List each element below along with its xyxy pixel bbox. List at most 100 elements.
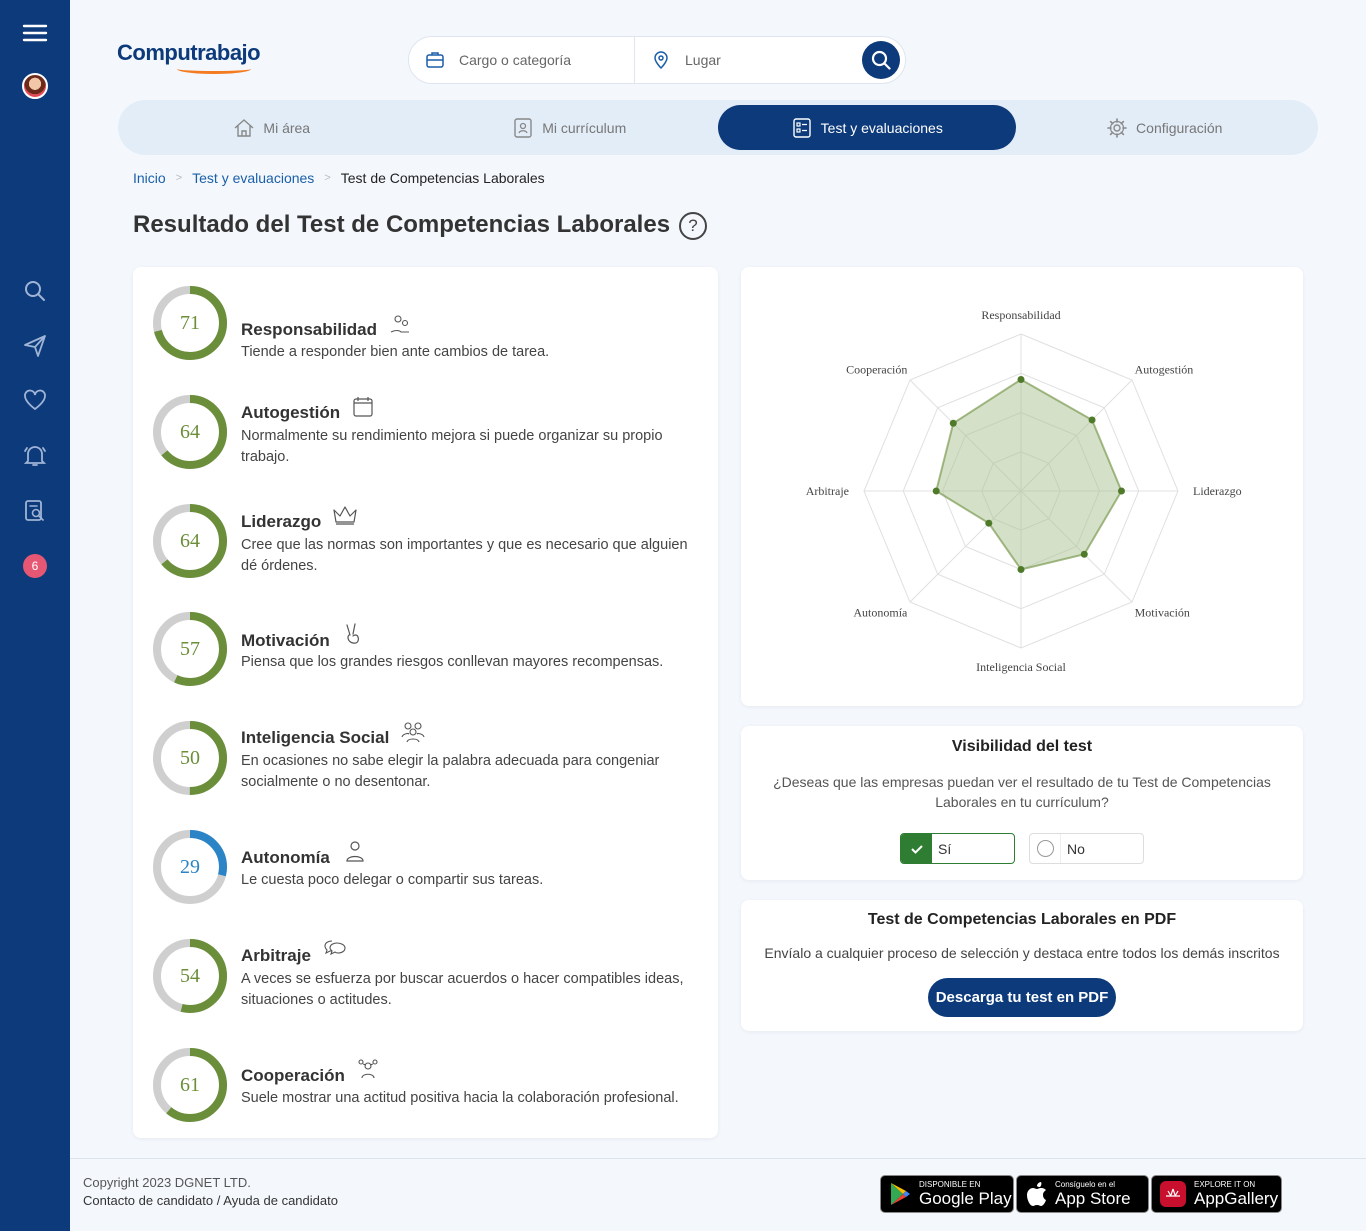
competency-motivacion: 57 Motivación Piensa que los grandes rie…: [151, 610, 706, 690]
search-icon: [871, 50, 891, 70]
competency-name: Cooperación: [241, 1066, 345, 1085]
breadcrumb-current: Test de Competencias Laborales: [340, 170, 545, 186]
visibility-question: ¿Deseas que las empresas puedan ver el r…: [773, 774, 1271, 810]
app-gallery-badge[interactable]: EXPLORE IT ON AppGallery: [1151, 1175, 1282, 1213]
search-icon[interactable]: [0, 271, 70, 311]
chevron-right-icon: >: [324, 172, 331, 184]
sidebar: 6: [0, 0, 70, 1231]
score-value: 61: [180, 1073, 200, 1096]
download-pdf-button[interactable]: Descarga tu test en PDF: [928, 978, 1116, 1017]
contact-link[interactable]: Contacto de candidato: [83, 1193, 213, 1208]
radar-point: [1088, 416, 1096, 424]
competency-name: Inteligencia Social: [241, 728, 390, 747]
score-value: 71: [180, 311, 200, 334]
score-value: 64: [180, 529, 200, 552]
pdf-title: Test de Competencias Laborales en PDF: [867, 911, 1177, 928]
radar-point: [932, 487, 940, 495]
visibility-no-option[interactable]: No: [1029, 833, 1144, 864]
radar-chart: Responsabilidad Autogestión Liderazgo Motiv…: [806, 308, 1242, 674]
victory-hand-icon: [346, 623, 359, 644]
competency-name: Motivación: [241, 631, 330, 650]
radar-axis-label: Autonomía: [853, 606, 908, 620]
team-icon: [358, 1059, 378, 1079]
competency-autonomia: 29 Autonomía Le cuesta poco delegar o co…: [151, 828, 706, 908]
tab-test-evaluaciones[interactable]: Test y evaluaciones: [718, 105, 1016, 150]
tab-mi-curriculum[interactable]: Mi currículum: [421, 105, 719, 150]
home-icon: [234, 118, 254, 137]
radar-axis-label: Arbitraje: [806, 484, 849, 498]
radar-chart-card: Responsabilidad Autogestión Liderazgo Motiv…: [741, 267, 1303, 706]
tab-mi-area[interactable]: Mi área: [123, 105, 421, 150]
competency-description: Tiende a responder bien ante cambios de …: [241, 344, 550, 360]
radar-series-area: [935, 378, 1123, 571]
competency-description: Normalmente su rendimiento mejora si pue…: [241, 428, 663, 465]
radar-point: [1017, 376, 1025, 384]
score-value: 64: [180, 420, 200, 443]
app-store-badge[interactable]: Consíguelo en el App Store: [1016, 1175, 1149, 1213]
visibility-card: Visibilidad del test ¿Deseas que las emp…: [741, 726, 1303, 880]
radar-axis-label: Motivación: [1135, 606, 1190, 620]
competency-description: Le cuesta poco delegar o compartir sus t…: [241, 872, 544, 888]
competency-inteligencia-social: 50 Inteligencia Social En ocasiones no s…: [151, 719, 706, 799]
gear-icon: [1107, 117, 1127, 138]
help-link[interactable]: Ayuda de candidato: [223, 1193, 338, 1208]
yes-label: Sí: [938, 840, 952, 857]
chat-bubbles-icon: [324, 940, 346, 956]
checkmark-icon: [901, 834, 932, 863]
person-icon: [346, 841, 364, 862]
competency-cooperacion: 61 Cooperación Suele mostrar una actitud…: [151, 1046, 706, 1126]
tab-configuracion[interactable]: Configuración: [1016, 105, 1314, 150]
store-big-text: App Store: [1055, 1189, 1131, 1208]
competency-name: Autonomía: [241, 848, 330, 867]
job-search-input[interactable]: Cargo o categoría: [409, 37, 635, 83]
google-play-badge[interactable]: DISPONIBLE EN Google Play: [880, 1175, 1014, 1213]
radar-axis-label: Liderazgo: [1193, 484, 1242, 498]
menu-icon[interactable]: [0, 13, 70, 53]
profile-search-icon[interactable]: [0, 491, 70, 531]
bell-icon[interactable]: [0, 436, 70, 476]
radar-point: [1117, 487, 1125, 495]
score-value: 29: [180, 855, 200, 878]
footer-links: Contacto de candidato / Ayuda de candida…: [83, 1193, 338, 1208]
competency-name: Responsabilidad: [241, 320, 378, 339]
competency-name: Liderazgo: [241, 512, 322, 531]
radar-axis-label: Responsabilidad: [981, 308, 1060, 322]
briefcase-icon: [426, 52, 444, 68]
no-label: No: [1067, 840, 1085, 857]
score-value: 54: [180, 964, 200, 987]
apple-icon: [1027, 1182, 1046, 1206]
radar-point: [985, 519, 993, 527]
avatar[interactable]: [0, 66, 70, 106]
footer-separator: /: [216, 1193, 221, 1208]
pdf-card: Test de Competencias Laborales en PDF En…: [741, 900, 1303, 1031]
pdf-description: Envíalo a cualquier proceso de selección…: [764, 945, 1280, 961]
gears-hand-icon: [390, 315, 409, 333]
breadcrumb-home[interactable]: Inicio: [133, 170, 166, 186]
notification-badge[interactable]: 6: [0, 546, 70, 586]
store-big-text: Google Play: [919, 1189, 1012, 1208]
visibility-yes-option[interactable]: Sí: [900, 833, 1015, 864]
logo[interactable]: Computrabajo: [117, 40, 261, 74]
competency-description: Piensa que los grandes riesgos conllevan…: [241, 654, 664, 670]
group-icon: [401, 722, 425, 743]
google-play-icon: [891, 1183, 910, 1205]
breadcrumb-section[interactable]: Test y evaluaciones: [192, 170, 314, 186]
competency-arbitraje: 54 Arbitraje A veces se esfuerza por bus…: [151, 937, 706, 1017]
main-tabs: Mi área Mi currículum Test y evaluacione…: [118, 100, 1318, 155]
score-value: 57: [180, 637, 200, 660]
competency-liderazgo: 64 Liderazgo Cree que las normas son imp…: [151, 502, 706, 582]
competency-responsabilidad: 71 Responsabilidad Tiende a responder bi…: [151, 284, 706, 364]
calendar-icon: [353, 397, 373, 417]
competency-name: Autogestión: [241, 403, 341, 422]
resume-icon: [514, 117, 532, 138]
help-icon[interactable]: ?: [679, 212, 707, 240]
send-icon[interactable]: [0, 326, 70, 366]
store-small-text: DISPONIBLE EN: [919, 1180, 981, 1189]
huawei-icon: [1160, 1181, 1186, 1207]
radio-icon: [1030, 834, 1061, 863]
competency-description: En ocasiones no sabe elegir la palabra a…: [241, 753, 660, 790]
location-input[interactable]: Lugar: [635, 37, 862, 83]
heart-icon[interactable]: [0, 380, 70, 420]
radar-point: [1017, 566, 1025, 573]
search-button[interactable]: [862, 41, 900, 79]
